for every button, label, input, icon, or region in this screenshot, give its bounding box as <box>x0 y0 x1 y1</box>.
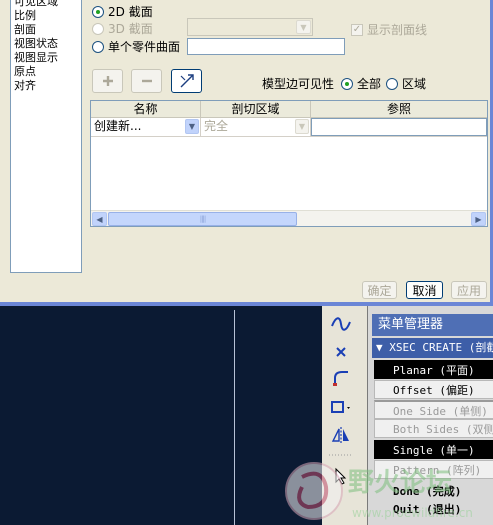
watermark-text-cn: 野火论坛 <box>348 468 452 498</box>
menu-header-xsec-create[interactable]: ▼ XSEC CREATE (剖截 <box>372 338 493 358</box>
checkbox-check-icon: ✓ <box>351 23 363 36</box>
show-hatch-label: 显示剖面线 <box>367 23 428 37</box>
fillet-tool-button[interactable] <box>328 366 354 390</box>
mirror-icon <box>331 427 349 443</box>
horizontal-scrollbar[interactable]: ◀ |||| ▶ <box>91 210 487 226</box>
cancel-button[interactable]: 取消 <box>406 281 443 299</box>
watermark-logo-icon: 野火论坛 www.proewildfire.cn <box>285 462 473 520</box>
caret-down-icon: ▼ <box>376 341 383 354</box>
arrow-pick-button[interactable] <box>171 69 202 93</box>
radio-2d-section[interactable]: 2D 截面 <box>92 3 153 20</box>
spline-icon <box>331 317 351 331</box>
remove-section-button[interactable] <box>131 69 162 93</box>
radio-dot <box>92 5 104 18</box>
radio-dot <box>92 22 104 35</box>
radio-visibility-all[interactable]: 全部 <box>341 75 381 92</box>
section-3d-combo[interactable]: ▼ <box>187 18 313 36</box>
ok-button[interactable]: 确定 <box>362 281 397 299</box>
tree-item-visible-area[interactable]: 可见区域 <box>14 0 78 9</box>
column-header-name[interactable]: 名称 <box>91 101 201 117</box>
mirror-tool-button[interactable] <box>328 423 354 447</box>
radio-dot <box>386 77 398 90</box>
watermark-text-url: www.proewildfire.cn <box>352 506 473 520</box>
scroll-left-icon[interactable]: ◀ <box>92 212 107 226</box>
radio-all-label: 全部 <box>357 77 382 91</box>
forum-watermark: 野火论坛 www.proewildfire.cn <box>282 457 493 525</box>
radio-dot <box>92 40 104 53</box>
reference-cell[interactable] <box>311 118 487 136</box>
column-header-region[interactable]: 剖切区域 <box>201 101 311 117</box>
table-row[interactable]: 创建新... ▼ 完全 ▼ <box>91 118 487 137</box>
tree-item-view-display[interactable]: 视图显示 <box>14 51 78 65</box>
region-cell[interactable]: 完全 ▼ <box>201 118 311 136</box>
menu-item-both-sides: Both Sides (双侧) <box>374 419 493 438</box>
spline-tool-button[interactable] <box>328 312 354 336</box>
tree-item-align[interactable]: 对齐 <box>14 79 78 93</box>
radio-2d-label: 2D 截面 <box>108 5 153 19</box>
scroll-right-icon[interactable]: ▶ <box>471 212 486 226</box>
menu-header-label: XSEC CREATE (剖截 <box>389 341 493 354</box>
datum-line <box>234 310 235 525</box>
table-header: 名称 剖切区域 参照 <box>91 101 487 118</box>
chevron-down-icon[interactable]: ▼ <box>295 119 309 134</box>
column-header-reference[interactable]: 参照 <box>311 101 487 117</box>
apply-button[interactable]: 应用 <box>451 281 487 299</box>
radio-visibility-area[interactable]: 区域 <box>386 75 426 92</box>
chevron-down-icon[interactable]: ▼ <box>185 119 199 134</box>
name-cell-value: 创建新... <box>94 119 142 133</box>
rectangle-tool-button[interactable] <box>328 395 354 419</box>
region-cell-value: 完全 <box>204 119 229 133</box>
menu-item-offset[interactable]: Offset (偏距) <box>374 380 493 399</box>
part-surface-field[interactable] <box>187 38 345 55</box>
rectangle-icon <box>331 401 350 413</box>
plus-icon <box>102 76 113 86</box>
edge-visibility-label: 模型边可见性 <box>262 77 335 91</box>
point-tool-button[interactable] <box>328 340 354 364</box>
minus-icon <box>141 79 152 83</box>
scroll-thumb[interactable]: |||| <box>108 212 297 226</box>
tree-item-origin[interactable]: 原点 <box>14 65 78 79</box>
menu-manager-title: 菜单管理器 <box>372 314 493 336</box>
radio-area-label: 区域 <box>402 77 427 91</box>
menu-item-one-side: One Side (单侧) <box>374 400 493 419</box>
section-dialog: 可见区域 比例 剖面 视图状态 视图显示 原点 对齐 2D 截面 3D 截面 ▼… <box>0 0 493 306</box>
chevron-down-icon[interactable]: ▼ <box>296 20 311 34</box>
radio-3d-label: 3D 截面 <box>108 22 153 36</box>
graphics-window[interactable] <box>0 310 322 525</box>
fillet-icon <box>333 371 348 386</box>
view-category-tree[interactable]: 可见区域 比例 剖面 视图状态 视图显示 原点 对齐 <box>10 0 82 273</box>
radio-part-surface[interactable]: 单个零件曲面 <box>92 38 180 55</box>
tree-item-view-state[interactable]: 视图状态 <box>14 37 78 51</box>
menu-item-planar[interactable]: Planar (平面) <box>374 360 493 379</box>
radio-3d-section[interactable]: 3D 截面 <box>92 20 153 37</box>
show-hatch-checkbox[interactable]: ✓ 显示剖面线 <box>351 21 427 38</box>
section-table[interactable]: 名称 剖切区域 参照 创建新... ▼ 完全 ▼ ◀ |||| ▶ <box>90 100 488 227</box>
name-cell[interactable]: 创建新... ▼ <box>91 118 201 136</box>
tree-item-scale[interactable]: 比例 <box>14 9 78 23</box>
radio-dot <box>341 77 353 90</box>
radio-part-label: 单个零件曲面 <box>108 40 181 54</box>
add-section-button[interactable] <box>92 69 123 93</box>
arrow-pick-icon <box>180 74 194 88</box>
tree-item-section[interactable]: 剖面 <box>14 23 78 37</box>
point-x-icon <box>336 347 346 357</box>
